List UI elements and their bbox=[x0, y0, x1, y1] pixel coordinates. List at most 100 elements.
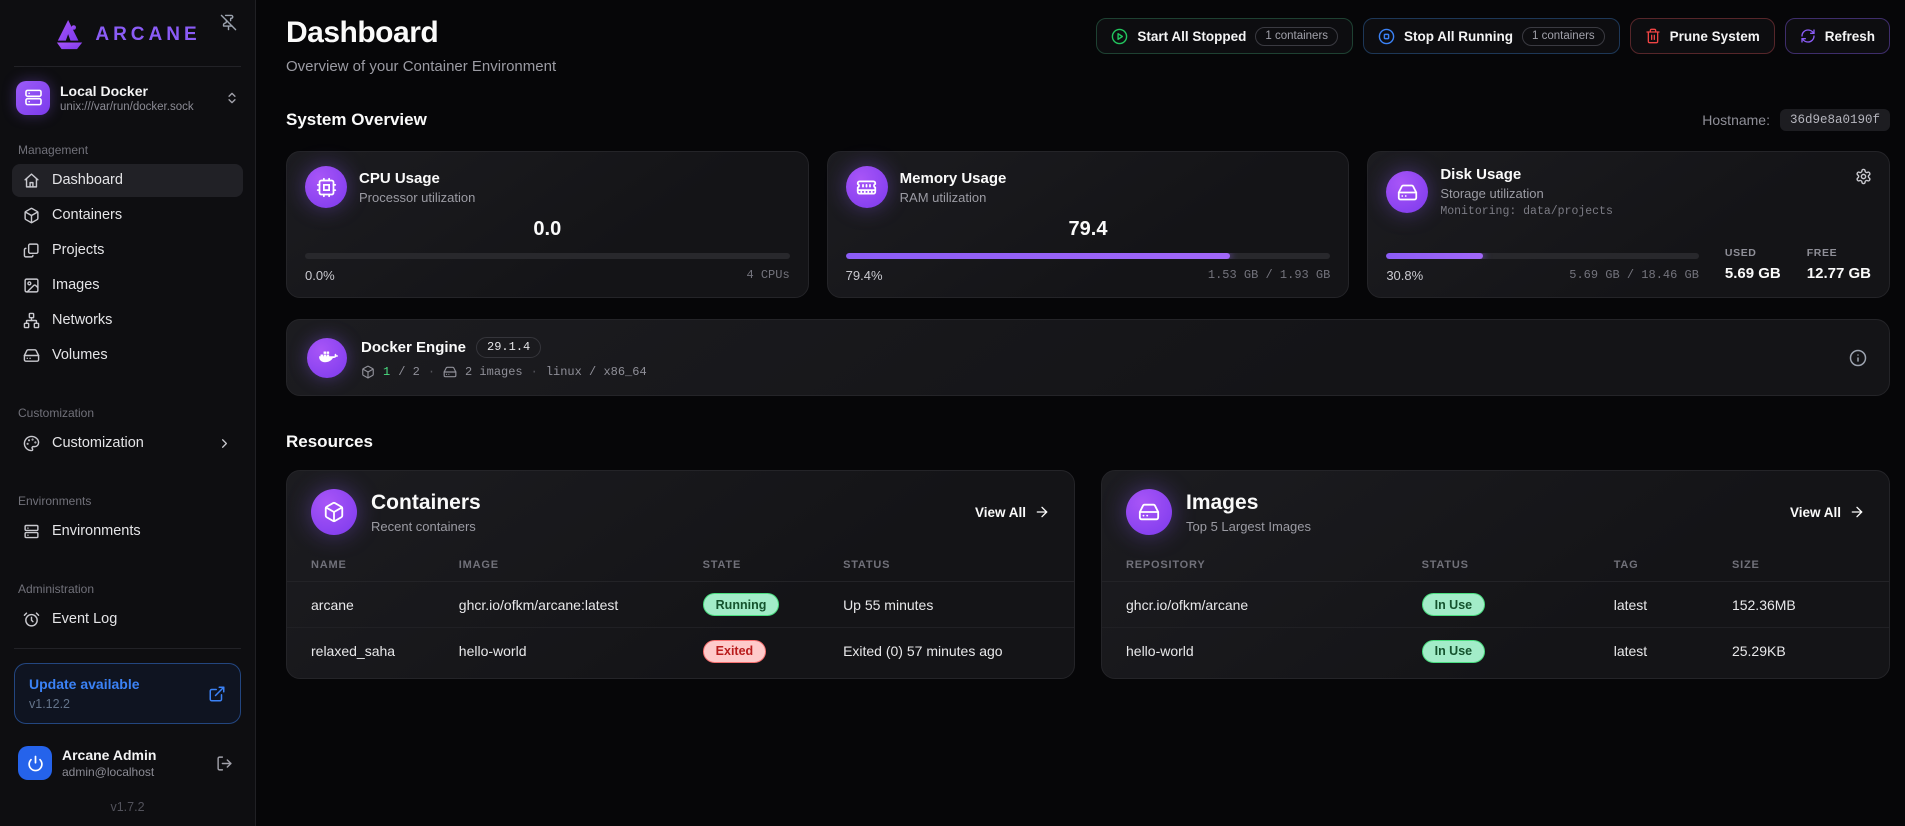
network-icon bbox=[23, 312, 40, 329]
logout-button[interactable] bbox=[212, 751, 237, 776]
images-resource-card: Images Top 5 Largest Images View All REP… bbox=[1101, 470, 1890, 679]
system-overview-heading: System Overview bbox=[286, 110, 427, 130]
image-table-row[interactable]: ghcr.io/ofkm/arcane In Use latest 152.36… bbox=[1102, 582, 1889, 628]
arcane-logo: ARCANE bbox=[54, 20, 200, 50]
sidebar-item-dashboard[interactable]: Dashboard bbox=[12, 164, 243, 197]
cpu-subtitle: Processor utilization bbox=[359, 190, 475, 205]
disk-title: Disk Usage bbox=[1440, 166, 1613, 183]
containers-view-all-link[interactable]: View All bbox=[975, 504, 1050, 520]
engine-total-count: / 2 bbox=[398, 365, 420, 379]
image-status-cell: In Use bbox=[1422, 640, 1614, 663]
image-status-cell: In Use bbox=[1422, 593, 1614, 616]
circle-play-icon bbox=[1111, 28, 1128, 45]
servers-icon bbox=[23, 523, 40, 540]
arrow-right-icon bbox=[1034, 504, 1050, 520]
cpu-card-titles: CPU Usage Processor utilization bbox=[359, 170, 475, 205]
containers-card-subtitle: Recent containers bbox=[371, 519, 481, 534]
user-info: Arcane Admin admin@localhost bbox=[62, 747, 156, 779]
button-label: Refresh bbox=[1825, 29, 1875, 44]
user-menu[interactable]: Arcane Admin admin@localhost bbox=[12, 740, 243, 786]
status-badge: Exited bbox=[703, 640, 767, 663]
update-version: v1.12.2 bbox=[29, 697, 140, 711]
user-avatar bbox=[18, 746, 52, 780]
images-card-header: Images Top 5 Largest Images View All bbox=[1102, 471, 1889, 549]
chevron-right-icon bbox=[217, 436, 232, 451]
image-tag: latest bbox=[1614, 597, 1732, 613]
cpu-card-footer: 0.0% 4 CPUs bbox=[305, 268, 790, 283]
container-name: relaxed_saha bbox=[311, 643, 459, 659]
sidebar-item-networks[interactable]: Networks bbox=[12, 304, 243, 337]
container-name: arcane bbox=[311, 597, 459, 613]
sidebar-item-label: Containers bbox=[52, 207, 122, 223]
disk-used-label: USED bbox=[1725, 247, 1781, 259]
page-subtitle: Overview of your Container Environment bbox=[286, 58, 556, 75]
environment-selector[interactable]: Local Docker unix:///var/run/docker.sock bbox=[12, 67, 243, 129]
refresh-button[interactable]: Refresh bbox=[1785, 18, 1890, 54]
memory-subtitle: RAM utilization bbox=[900, 190, 1007, 205]
view-all-label: View All bbox=[975, 505, 1026, 520]
user-name: Arcane Admin bbox=[62, 747, 156, 763]
log-out-icon bbox=[216, 755, 233, 772]
sidebar-item-containers[interactable]: Containers bbox=[12, 199, 243, 232]
container-table-row[interactable]: relaxed_saha hello-world Exited Exited (… bbox=[287, 628, 1074, 674]
image-repository: hello-world bbox=[1126, 643, 1422, 659]
unpin-sidebar-button[interactable] bbox=[216, 10, 241, 35]
disk-card-header: Disk Usage Storage utilization Monitorin… bbox=[1386, 166, 1871, 218]
trash-icon bbox=[1645, 28, 1661, 44]
image-repository: ghcr.io/ofkm/arcane bbox=[1126, 597, 1422, 613]
stop-all-running-button[interactable]: Stop All Running 1 containers bbox=[1363, 18, 1620, 54]
update-available-banner[interactable]: Update available v1.12.2 bbox=[14, 663, 241, 724]
disk-progress-block: 30.8% 5.69 GB / 18.46 GB bbox=[1386, 253, 1699, 283]
cpu-usage-card: CPU Usage Processor utilization 0.0 0.0%… bbox=[286, 151, 809, 298]
environment-info: Local Docker unix:///var/run/docker.sock bbox=[60, 83, 194, 113]
refresh-icon bbox=[1800, 28, 1816, 44]
start-all-stopped-button[interactable]: Start All Stopped 1 containers bbox=[1096, 18, 1353, 54]
images-table-header: REPOSITORY STATUS TAG SIZE bbox=[1102, 549, 1889, 582]
image-table-row[interactable]: hello-world In Use latest 25.29KB bbox=[1102, 628, 1889, 674]
sidebar-item-volumes[interactable]: Volumes bbox=[12, 339, 243, 372]
images-card-title: Images bbox=[1186, 491, 1311, 515]
update-title: Update available bbox=[29, 676, 140, 692]
engine-info: Docker Engine 29.1.4 1 / 2 · 2 images · … bbox=[361, 337, 647, 379]
page-title: Dashboard bbox=[286, 16, 556, 50]
memory-title: Memory Usage bbox=[900, 170, 1007, 187]
images-view-all-link[interactable]: View All bbox=[1790, 504, 1865, 520]
container-state-cell: Running bbox=[703, 593, 843, 616]
user-email: admin@localhost bbox=[62, 765, 156, 779]
sidebar-item-label: Event Log bbox=[52, 611, 117, 627]
sidebar-divider bbox=[14, 648, 241, 649]
sidebar-item-images[interactable]: Images bbox=[12, 269, 243, 302]
memory-card-titles: Memory Usage RAM utilization bbox=[900, 170, 1007, 205]
sidebar-item-label: Dashboard bbox=[52, 172, 123, 188]
sidebar: ARCANE Local Docker unix:///var/run/dock… bbox=[0, 0, 256, 826]
image-icon bbox=[23, 277, 40, 294]
images-card-titles: Images Top 5 Largest Images bbox=[1186, 491, 1311, 534]
sidebar-item-projects[interactable]: Projects bbox=[12, 234, 243, 267]
container-table-row[interactable]: arcane ghcr.io/ofkm/arcane:latest Runnin… bbox=[287, 582, 1074, 628]
stats-row: CPU Usage Processor utilization 0.0 0.0%… bbox=[286, 151, 1890, 298]
disk-settings-button[interactable] bbox=[1853, 166, 1874, 187]
view-all-label: View All bbox=[1790, 505, 1841, 520]
arrow-right-icon bbox=[1849, 504, 1865, 520]
sidebar-footer: Update available v1.12.2 Arcane Admin ad… bbox=[12, 638, 243, 816]
prune-system-button[interactable]: Prune System bbox=[1630, 18, 1775, 54]
engine-info-button[interactable] bbox=[1847, 347, 1869, 369]
memory-usage-card: Memory Usage RAM utilization 79.4 79.4% … bbox=[827, 151, 1350, 298]
administration-section-label: Administration bbox=[12, 582, 243, 596]
sidebar-item-event-log[interactable]: Event Log bbox=[12, 603, 243, 636]
container-image: hello-world bbox=[459, 643, 703, 659]
memory-value: 79.4 bbox=[846, 218, 1331, 241]
disk-subtitle: Storage utilization bbox=[1440, 186, 1613, 201]
cpu-percent-label: 0.0% bbox=[305, 268, 335, 283]
environments-section-label: Environments bbox=[12, 494, 243, 508]
external-link-icon bbox=[208, 685, 226, 703]
page-header: Dashboard Overview of your Container Env… bbox=[286, 16, 1890, 75]
arcane-wordmark: ARCANE bbox=[95, 24, 200, 46]
sidebar-item-customization[interactable]: Customization bbox=[12, 427, 243, 460]
column-header: NAME bbox=[311, 559, 459, 571]
disk-used-value: 5.69 GB bbox=[1725, 265, 1781, 282]
cpu-title: CPU Usage bbox=[359, 170, 475, 187]
sidebar-item-environments[interactable]: Environments bbox=[12, 515, 243, 548]
arcane-logo-icon bbox=[54, 20, 86, 50]
image-tag: latest bbox=[1614, 643, 1732, 659]
